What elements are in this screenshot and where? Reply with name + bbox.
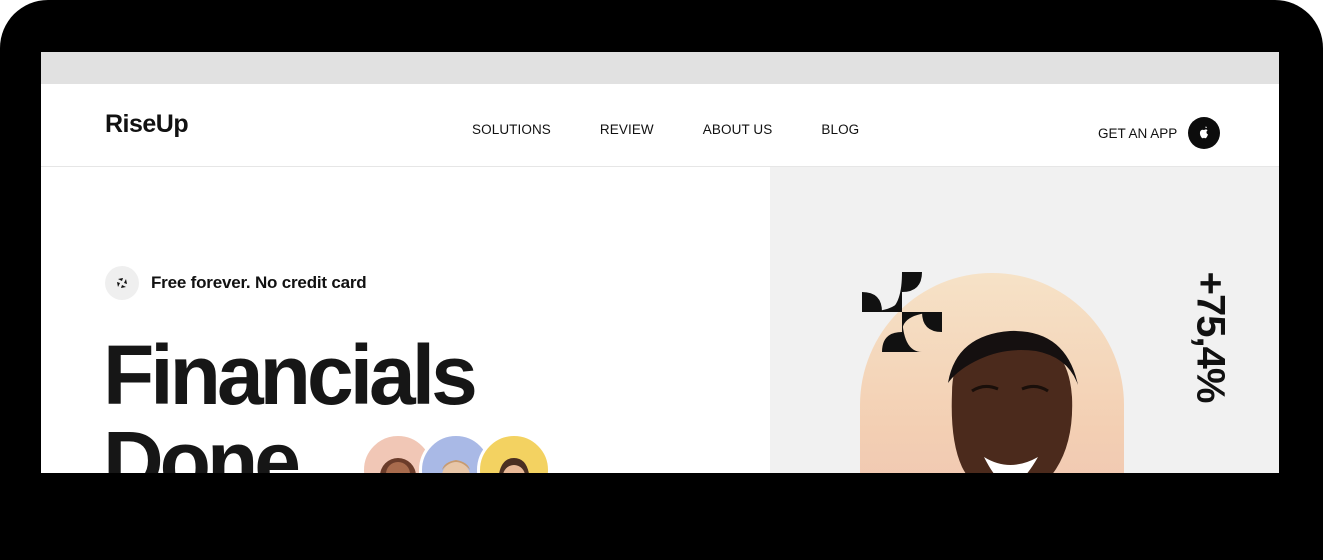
screen: RiseUp SOLUTIONS REVIEW ABOUT US BLOG GE… — [41, 52, 1279, 473]
nav-item-solutions[interactable]: SOLUTIONS — [472, 122, 551, 137]
badge-text: Free forever. No credit card — [151, 273, 367, 292]
nav-item-review[interactable]: REVIEW — [600, 122, 654, 137]
nav-item-blog[interactable]: BLOG — [821, 122, 859, 137]
brand-logo[interactable]: RiseUp — [105, 110, 189, 139]
top-navbar: RiseUp SOLUTIONS REVIEW ABOUT US BLOG GE… — [41, 84, 1279, 167]
device-frame: RiseUp SOLUTIONS REVIEW ABOUT US BLOG GE… — [0, 0, 1323, 560]
nav-item-about-us[interactable]: ABOUT US — [703, 122, 773, 137]
avatar — [477, 433, 551, 473]
main-nav: SOLUTIONS REVIEW ABOUT US BLOG — [472, 122, 908, 137]
hero-headline-line-1: Financials — [103, 328, 478, 422]
get-app-button[interactable]: GET AN APP — [1098, 117, 1221, 149]
browser-top-bar — [41, 52, 1279, 84]
hero-headline-line-2: Done — [103, 414, 301, 473]
app-store-icon — [1188, 117, 1221, 149]
hero-content: Free forever. No credit card Financials … — [41, 167, 770, 473]
avatar-group — [361, 433, 551, 473]
spinner-arrows-icon — [105, 266, 139, 300]
growth-stat-value: +75,4% — [1188, 271, 1233, 403]
growth-stat: +75,4% — [1180, 247, 1240, 427]
free-badge: Free forever. No credit card — [105, 266, 367, 300]
pinwheel-logo-icon — [862, 272, 942, 352]
get-app-label: GET AN APP — [1098, 125, 1178, 141]
hero-visual-panel: +75,4% — [770, 167, 1279, 473]
